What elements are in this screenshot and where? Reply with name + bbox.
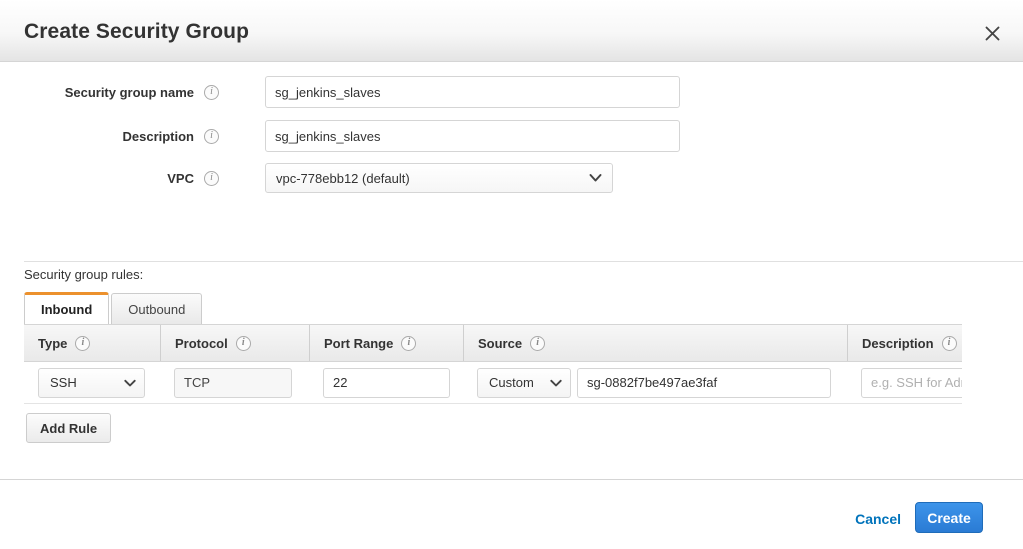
column-header-type: Type i bbox=[24, 325, 160, 361]
create-security-group-dialog: Create Security Group Security group nam… bbox=[0, 0, 1023, 549]
vpc-label: VPC bbox=[0, 171, 194, 186]
security-group-name-field-wrap bbox=[265, 76, 680, 108]
rule-source-mode-value: Custom bbox=[489, 375, 534, 390]
cancel-button[interactable]: Cancel bbox=[855, 511, 901, 527]
chevron-down-icon bbox=[550, 375, 562, 390]
rule-source-value-input[interactable] bbox=[577, 368, 831, 398]
form-row-security-group-name: Security group name i bbox=[0, 70, 1023, 114]
column-header-description-label: Description bbox=[862, 336, 934, 351]
form-row-description: Description i bbox=[0, 114, 1023, 158]
rule-protocol-input bbox=[174, 368, 292, 398]
description-field-wrap bbox=[265, 120, 680, 152]
info-icon[interactable]: i bbox=[530, 336, 545, 351]
tab-outbound[interactable]: Outbound bbox=[111, 293, 202, 324]
security-group-name-input[interactable] bbox=[265, 76, 680, 108]
info-icon[interactable]: i bbox=[204, 171, 219, 186]
cell-source: Custom bbox=[463, 362, 847, 403]
rules-table: Type i Protocol i Port Range i Source i bbox=[24, 324, 962, 404]
rules-tabs: Inbound Outbound bbox=[24, 292, 202, 324]
description-input[interactable] bbox=[265, 120, 680, 152]
create-button-label: Create bbox=[927, 510, 971, 526]
cell-port-range bbox=[309, 362, 463, 403]
security-group-name-label: Security group name bbox=[0, 85, 194, 100]
info-icon[interactable]: i bbox=[204, 129, 219, 144]
column-header-protocol-label: Protocol bbox=[175, 336, 228, 351]
rule-port-range-input[interactable] bbox=[323, 368, 450, 398]
cell-protocol bbox=[160, 362, 309, 403]
info-icon[interactable]: i bbox=[401, 336, 416, 351]
vpc-select-value: vpc-778ebb12 (default) bbox=[276, 171, 410, 186]
add-rule-button[interactable]: Add Rule bbox=[26, 413, 111, 443]
tab-inbound-label: Inbound bbox=[41, 302, 92, 317]
column-header-source: Source i bbox=[463, 325, 847, 361]
column-header-source-label: Source bbox=[478, 336, 522, 351]
form-row-vpc: VPC i vpc-778ebb12 (default) bbox=[0, 156, 1023, 200]
rule-source-mode-select[interactable]: Custom bbox=[477, 368, 571, 398]
dialog-footer: Cancel Create bbox=[0, 479, 1023, 549]
dialog-body: Security group name i Description i VPC … bbox=[0, 62, 1023, 486]
column-header-type-label: Type bbox=[38, 336, 67, 351]
security-group-rules-label: Security group rules: bbox=[24, 267, 143, 282]
add-rule-button-label: Add Rule bbox=[40, 421, 97, 436]
rule-type-select[interactable]: SSH bbox=[38, 368, 145, 398]
info-icon[interactable]: i bbox=[942, 336, 957, 351]
tab-outbound-label: Outbound bbox=[128, 302, 185, 317]
tab-inbound[interactable]: Inbound bbox=[24, 292, 109, 324]
description-label: Description bbox=[0, 129, 194, 144]
column-header-protocol: Protocol i bbox=[160, 325, 309, 361]
table-row: SSH bbox=[24, 362, 962, 404]
rules-table-header: Type i Protocol i Port Range i Source i bbox=[24, 324, 962, 362]
info-icon[interactable]: i bbox=[204, 85, 219, 100]
dialog-header: Create Security Group bbox=[0, 0, 1023, 62]
column-header-port-range: Port Range i bbox=[309, 325, 463, 361]
info-icon[interactable]: i bbox=[236, 336, 251, 351]
column-header-port-range-label: Port Range bbox=[324, 336, 393, 351]
page-title: Create Security Group bbox=[24, 20, 249, 44]
close-icon[interactable] bbox=[979, 20, 1005, 46]
info-icon[interactable]: i bbox=[75, 336, 90, 351]
rules-table-viewport: Type i Protocol i Port Range i Source i bbox=[24, 324, 962, 406]
rule-type-value: SSH bbox=[50, 375, 77, 390]
cell-description bbox=[847, 362, 962, 403]
column-header-description: Description i bbox=[847, 325, 962, 361]
cell-type: SSH bbox=[24, 362, 160, 403]
chevron-down-icon bbox=[124, 375, 136, 390]
vpc-field-wrap: vpc-778ebb12 (default) bbox=[265, 163, 613, 193]
section-divider bbox=[24, 261, 1023, 262]
chevron-down-icon bbox=[589, 171, 602, 186]
create-button[interactable]: Create bbox=[915, 502, 983, 533]
vpc-select[interactable]: vpc-778ebb12 (default) bbox=[265, 163, 613, 193]
rule-description-input[interactable] bbox=[861, 368, 962, 398]
